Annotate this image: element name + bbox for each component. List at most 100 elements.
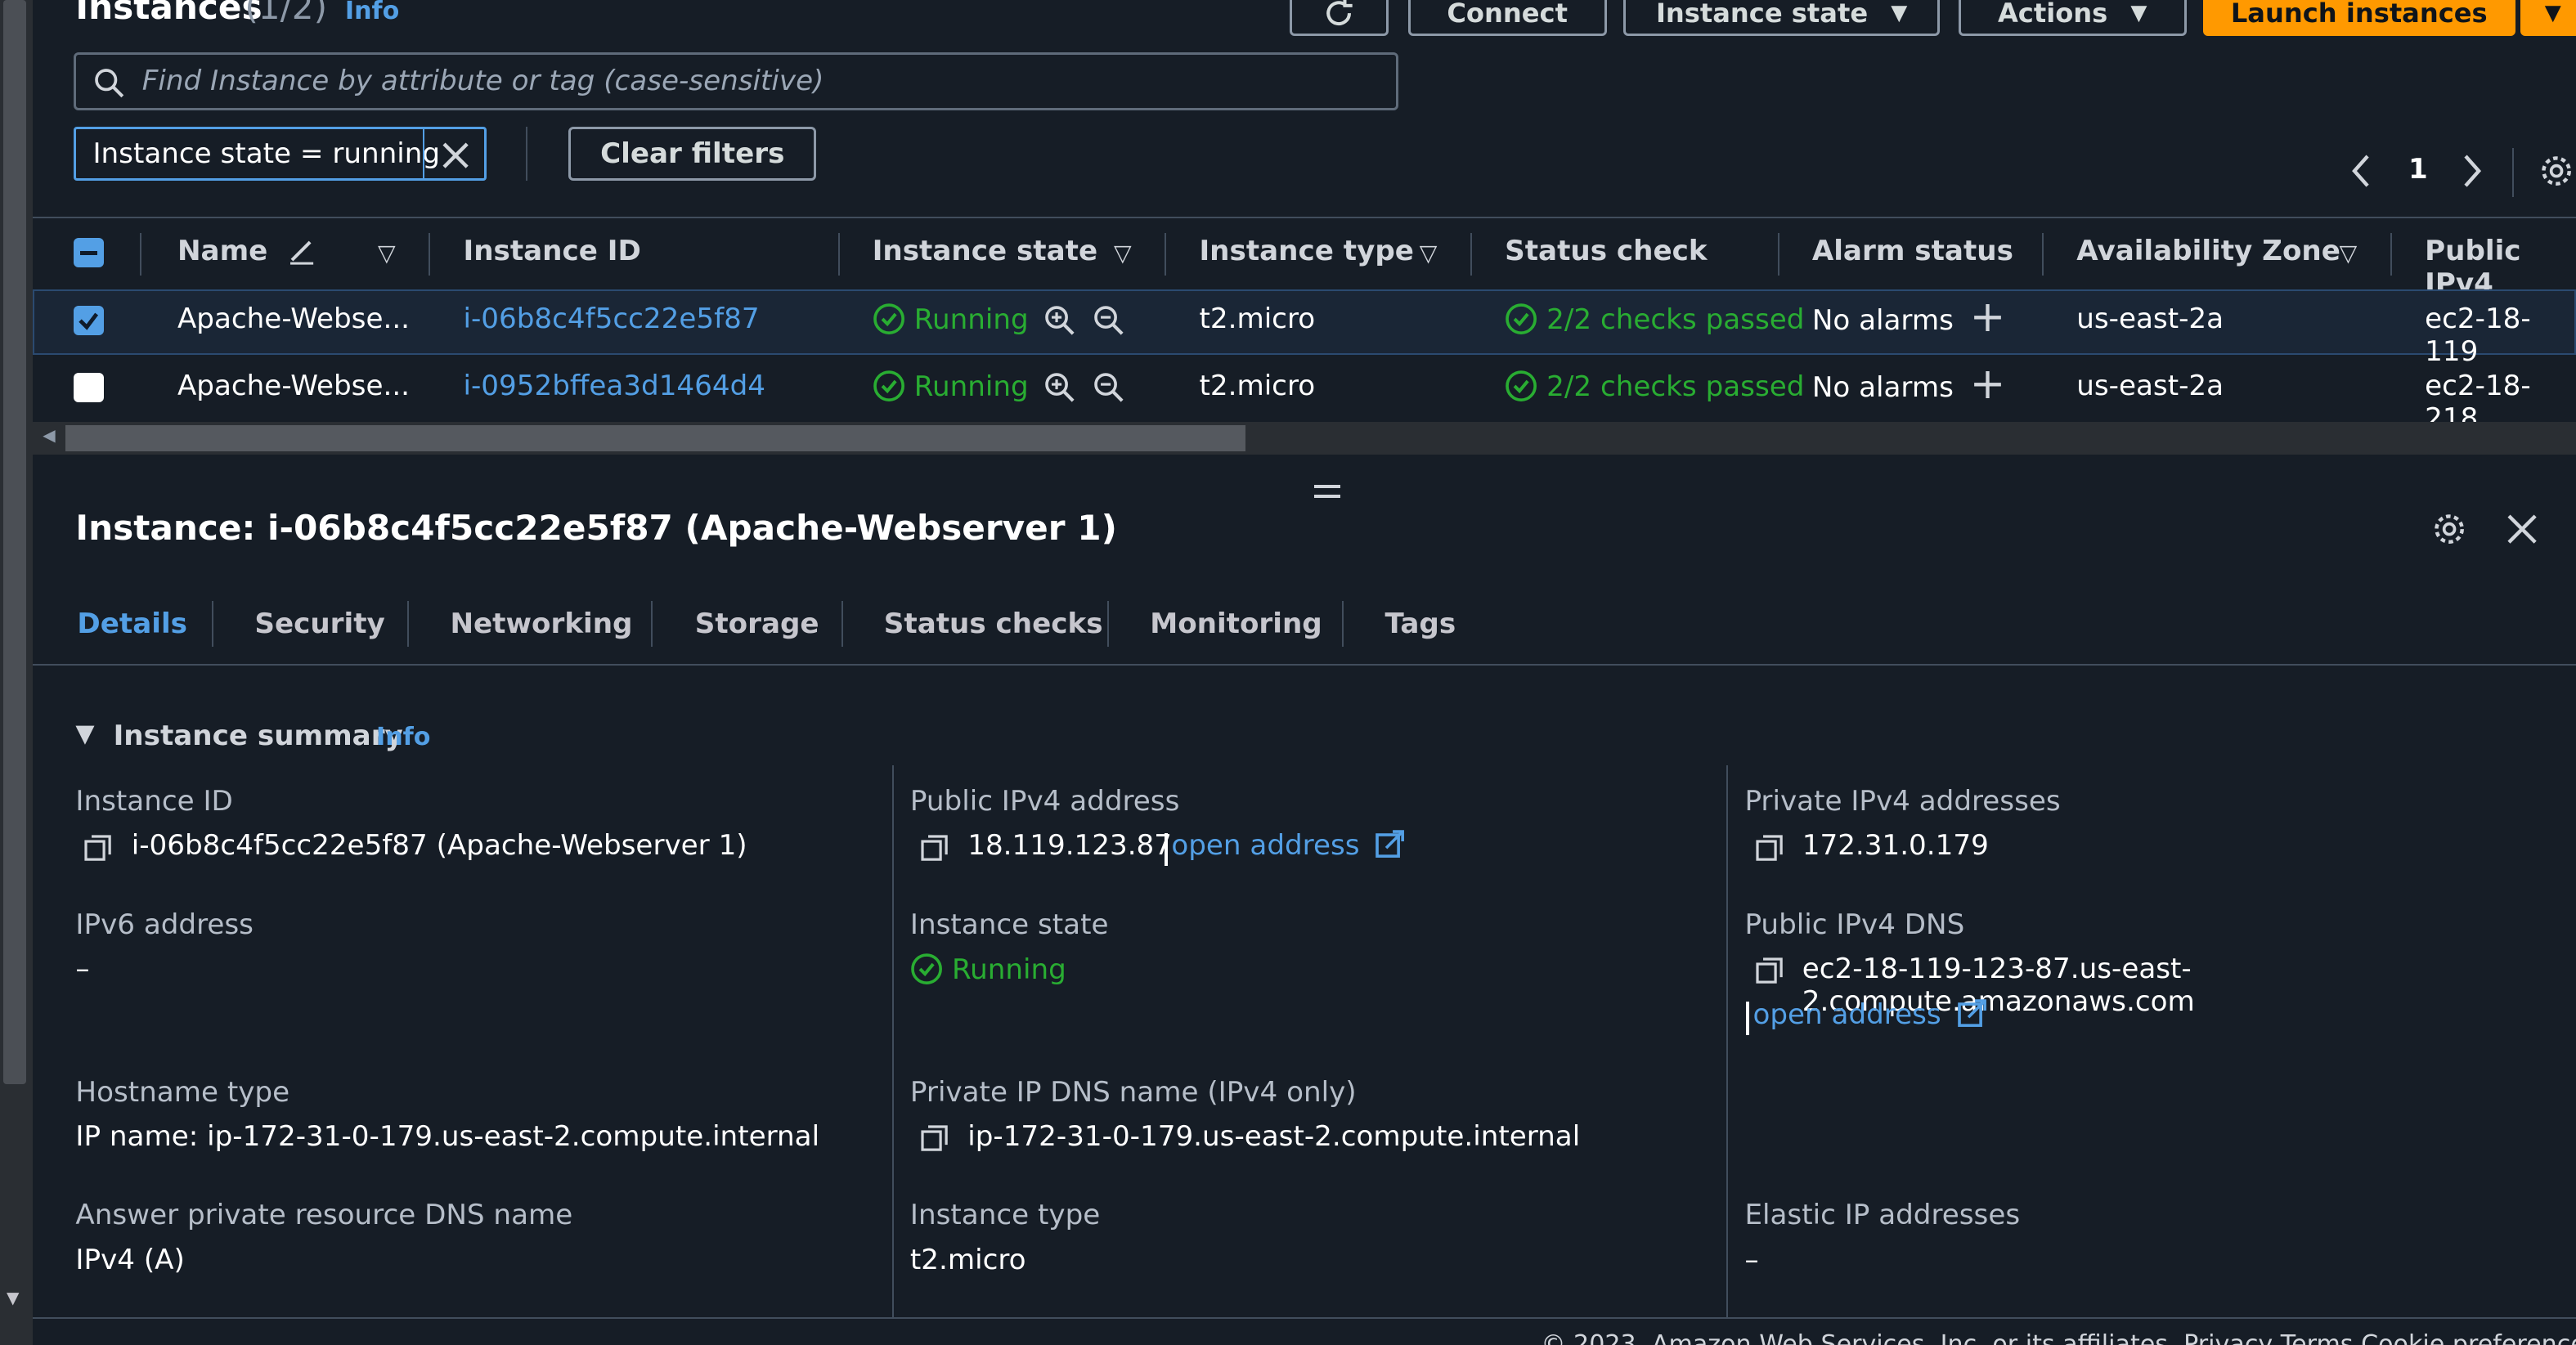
instance-state-label: Instance state (909, 908, 1109, 941)
open-address-link[interactable]: open address (1171, 829, 1405, 862)
sort-caret-icon[interactable]: ▽ (1114, 240, 1132, 267)
success-check-icon (910, 953, 943, 985)
caret-down-icon: ▼ (2544, 1, 2561, 26)
tab-status-checks[interactable]: Status checks (884, 607, 1103, 640)
sort-caret-icon[interactable]: ▽ (1420, 240, 1438, 267)
instance-type-label: Instance type (909, 1199, 1101, 1232)
tab-separator (407, 601, 410, 648)
row-instance-state: Running (873, 370, 1029, 403)
panel-settings-gear-icon[interactable] (2431, 511, 2467, 547)
text-cursor (1165, 832, 1169, 866)
row-availability-zone: us-east-2a (2076, 302, 2224, 335)
tab-tags[interactable]: Tags (1385, 607, 1456, 640)
row-checkbox-checked[interactable] (74, 305, 104, 335)
row-instance-id-link[interactable]: i-06b8c4f5cc22e5f87 (464, 303, 760, 335)
connect-button[interactable]: Connect (1407, 0, 1607, 37)
summary-info-link[interactable]: Info (376, 723, 430, 751)
answer-dns-label: Answer private resource DNS name (75, 1199, 573, 1232)
column-separator (2042, 233, 2044, 276)
add-alarm-icon[interactable]: + (1970, 360, 2006, 409)
private-ipv4-value: 172.31.0.179 (1802, 829, 1989, 863)
column-header-availability-zone[interactable]: Availability Zone (2076, 235, 2340, 267)
page-number[interactable]: 1 (2408, 153, 2428, 186)
scroll-left-icon[interactable]: ◀ (43, 425, 55, 445)
copy-icon[interactable] (83, 833, 113, 863)
remove-filter-icon[interactable] (439, 139, 472, 172)
launch-options-dropdown[interactable]: ▼ (2520, 0, 2576, 37)
page-scrollbar-thumb[interactable] (3, 0, 27, 1084)
close-panel-icon[interactable] (2506, 513, 2538, 545)
sort-caret-icon[interactable]: ▽ (2340, 240, 2358, 267)
elastic-ip-value: – (1744, 1243, 1759, 1276)
previous-page-icon[interactable] (2348, 153, 2374, 189)
search-icon (92, 66, 125, 99)
copy-icon[interactable] (1755, 956, 1784, 985)
clear-filters-button[interactable]: Clear filters (568, 126, 817, 181)
sort-caret-icon[interactable]: ▽ (378, 240, 396, 267)
column-header-alarm-status[interactable]: Alarm status (1812, 235, 2013, 267)
tab-separator (650, 601, 653, 648)
external-link-icon (1957, 999, 1986, 1029)
column-header-instance-state[interactable]: Instance state (873, 235, 1097, 267)
copy-icon[interactable] (1755, 833, 1784, 863)
row-alarm-status: No alarms (1811, 371, 1954, 404)
actions-dropdown[interactable]: Actions ▼ (1958, 0, 2187, 37)
column-header-name[interactable]: Name (177, 235, 316, 267)
scroll-down-icon[interactable]: ▼ (7, 1288, 19, 1307)
token-divider (423, 128, 425, 180)
zoom-out-icon[interactable] (1093, 304, 1125, 337)
tab-separator (212, 601, 214, 648)
tabs-bottom-border (33, 663, 2576, 666)
search-input[interactable]: Find Instance by attribute or tag (case-… (74, 52, 1398, 110)
column-header-instance-type[interactable]: Instance type (1199, 235, 1413, 267)
tab-storage[interactable]: Storage (695, 607, 819, 640)
copy-icon[interactable] (920, 1123, 949, 1153)
summary-heading[interactable]: Instance summary (114, 720, 403, 752)
row-name[interactable]: Apache-Webse... (177, 370, 410, 402)
info-link[interactable]: Info (345, 0, 399, 25)
instance-id-value: i-06b8c4f5cc22e5f87 (Apache-Webserver 1) (131, 829, 747, 863)
details-title: Instance: i-06b8c4f5cc22e5f87 (Apache-We… (75, 507, 1117, 548)
ipv6-value: – (75, 953, 90, 986)
row-name[interactable]: Apache-Webse... (177, 303, 410, 335)
tab-networking[interactable]: Networking (450, 607, 632, 640)
table-scrollbar-thumb[interactable] (65, 425, 1245, 452)
hostname-type-value: IP name: ip-172-31-0-179.us-east-2.compu… (75, 1120, 820, 1154)
answer-dns-value: IPv4 (A) (75, 1243, 185, 1276)
open-dns-address-link[interactable]: open address (1752, 998, 1986, 1031)
split-panel-gap (33, 455, 2576, 475)
instance-state-dropdown[interactable]: Instance state ▼ (1622, 0, 1941, 37)
instance-state-label: Instance state (1655, 0, 1869, 29)
caret-down-icon: ▼ (2130, 1, 2147, 26)
tab-security[interactable]: Security (254, 607, 384, 640)
tab-details[interactable]: Details (77, 607, 187, 640)
zoom-in-icon[interactable] (1043, 304, 1076, 337)
collapse-caret-icon[interactable]: ▼ (75, 720, 94, 748)
settings-gear-icon[interactable] (2538, 153, 2574, 189)
resize-handle-icon[interactable] (1314, 484, 1341, 488)
tab-separator (841, 601, 843, 648)
next-page-icon[interactable] (2459, 153, 2485, 189)
refresh-icon (1321, 0, 1357, 31)
page-title: Instances (75, 0, 263, 27)
column-separator (1165, 233, 1167, 276)
launch-instances-button[interactable]: Launch instances (2202, 0, 2515, 37)
state-label: Running (913, 370, 1029, 404)
tab-monitoring[interactable]: Monitoring (1150, 607, 1322, 640)
row-instance-id-link[interactable]: i-0952bffea3d1464d4 (464, 370, 765, 402)
private-dns-label: Private IP DNS name (IPv4 only) (909, 1075, 1357, 1109)
private-dns-value: ip-172-31-0-179.us-east-2.compute.intern… (967, 1120, 1581, 1154)
success-check-icon (1505, 370, 1537, 402)
edit-pencil-icon (287, 235, 316, 265)
row-instance-state: Running (873, 303, 1029, 336)
add-alarm-icon[interactable]: + (1970, 293, 2006, 342)
refresh-button[interactable] (1289, 0, 1389, 37)
select-all-checkbox[interactable] (74, 238, 104, 268)
zoom-out-icon[interactable] (1093, 371, 1125, 404)
copy-icon[interactable] (920, 833, 949, 863)
column-header-instance-id[interactable]: Instance ID (464, 235, 641, 267)
column-header-status-check[interactable]: Status check (1505, 235, 1707, 267)
row-checkbox[interactable] (74, 373, 104, 403)
state-label: Running (913, 303, 1029, 336)
zoom-in-icon[interactable] (1043, 371, 1076, 404)
